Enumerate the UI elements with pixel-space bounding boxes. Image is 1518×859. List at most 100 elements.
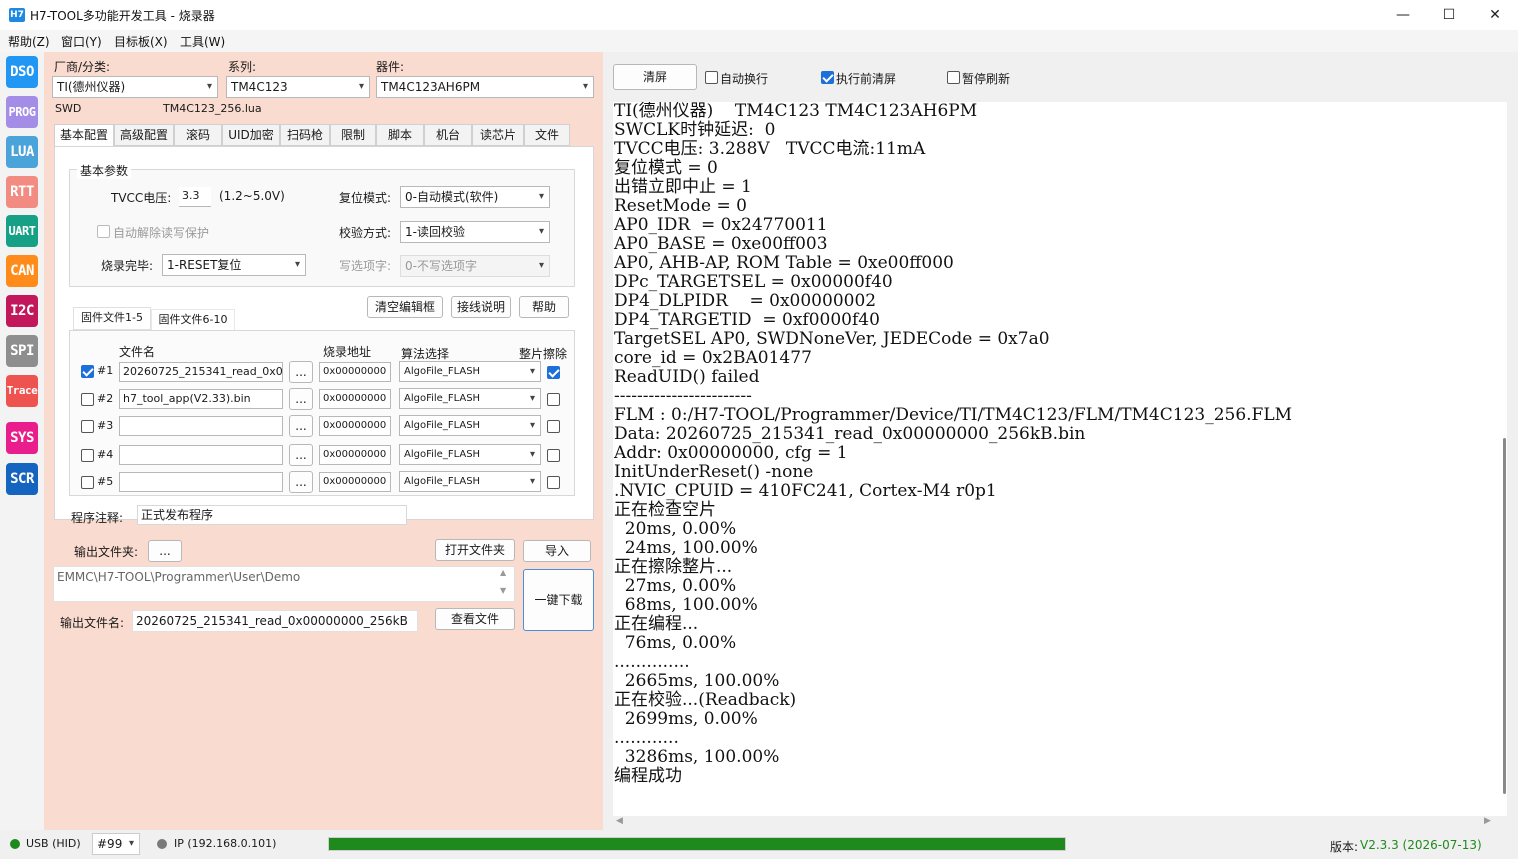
file-2-address-input[interactable]: 0x00000000 <box>319 389 391 409</box>
tab-read-chip[interactable]: 读芯片 <box>472 124 524 146</box>
tab-basic-config[interactable]: 基本配置 <box>54 124 114 147</box>
file-4-name-input[interactable] <box>119 445 283 465</box>
file-4-algo-select[interactable]: AlgoFile_FLASH ▾ <box>399 444 541 465</box>
clear-before-run-checkbox[interactable] <box>821 71 834 84</box>
mode-dso-button[interactable]: DSO <box>6 56 38 88</box>
file-2-name-input[interactable]: h7_tool_app(V2.33).bin <box>119 389 283 409</box>
tab-firmware-1-5[interactable]: 固件文件1-5 <box>73 307 151 330</box>
file-2-checkbox[interactable] <box>81 393 94 406</box>
file-5-name-input[interactable] <box>119 472 283 492</box>
tab-scanner[interactable]: 扫码枪 <box>280 124 330 146</box>
view-file-button[interactable]: 查看文件 <box>435 608 515 630</box>
menu-window[interactable]: 窗口(Y) <box>61 33 102 50</box>
file-1-algo-select[interactable]: AlgoFile_FLASH ▾ <box>399 361 541 382</box>
log-output[interactable]: TI(德州仪器) TM4C123 TM4C123AH6PM SWCLK时钟延迟: … <box>613 102 1507 816</box>
mode-trace-button[interactable]: Trace <box>6 375 38 407</box>
output-path-textarea[interactable]: EMMC\H7-TOOL\Programmer\User\Demo <box>53 566 515 602</box>
file-3-algo-select[interactable]: AlgoFile_FLASH ▾ <box>399 415 541 436</box>
file-3-browse-button[interactable]: ... <box>289 415 313 437</box>
device-number-select[interactable]: #99 ▾ <box>92 833 140 855</box>
tvcc-input[interactable]: 3.3 <box>179 187 211 207</box>
vendor-select[interactable]: TI(德州仪器) ▾ <box>52 76 218 98</box>
import-button[interactable]: 导入 <box>523 540 591 562</box>
tab-firmware-6-10[interactable]: 固件文件6-10 <box>151 309 235 331</box>
file-5-erase-checkbox[interactable] <box>547 476 560 489</box>
output-filename-input[interactable]: 20260725_215341_read_0x00000000_256kB <box>132 610 418 632</box>
reset-mode-select[interactable]: 0-自动模式(软件) ▾ <box>400 186 550 208</box>
menu-target-board[interactable]: 目标板(X) <box>114 33 168 50</box>
tab-advanced-config[interactable]: 高级配置 <box>114 124 174 146</box>
mode-can-button[interactable]: CAN <box>6 255 38 287</box>
open-folder-button[interactable]: 打开文件夹 <box>435 539 515 561</box>
file-1-address-input[interactable]: 0x00000000 <box>319 362 391 382</box>
tab-limit[interactable]: 限制 <box>330 124 376 146</box>
log-line: AP0_BASE = 0xe00ff003 <box>614 234 828 254</box>
scroll-down-icon[interactable]: ▼ <box>500 586 506 595</box>
tab-uid-encrypt[interactable]: UID加密 <box>222 124 280 146</box>
word-wrap-checkbox[interactable] <box>705 71 718 84</box>
file-2-algo-select[interactable]: AlgoFile_FLASH ▾ <box>399 388 541 409</box>
tvcc-label: TVCC电压: <box>111 191 172 205</box>
device-select[interactable]: TM4C123AH6PM ▾ <box>376 76 594 98</box>
menu-tools[interactable]: 工具(W) <box>180 33 225 50</box>
log-line: DPc_TARGETSEL = 0x00000f40 <box>614 272 893 292</box>
auto-unprotect-checkbox[interactable] <box>97 225 110 238</box>
log-vertical-scrollbar[interactable] <box>1503 438 1506 794</box>
close-button[interactable]: ✕ <box>1472 0 1518 30</box>
mode-spi-button[interactable]: SPI <box>6 335 38 367</box>
one-key-download-button[interactable]: 一键下载 <box>523 569 594 631</box>
log-line: DP4_TARGETID = 0xf0000f40 <box>614 310 880 330</box>
mode-i2c-button[interactable]: I2C <box>6 295 38 327</box>
file-3-name-input[interactable] <box>119 416 283 436</box>
verify-select[interactable]: 1-读回校验 ▾ <box>400 221 550 243</box>
tab-file[interactable]: 文件 <box>524 124 570 146</box>
file-2-browse-button[interactable]: ... <box>289 388 313 410</box>
clear-log-button[interactable]: 清屏 <box>613 64 697 90</box>
mode-sidebar: DSO PROG LUA RTT UART CAN I2C SPI Trace … <box>0 52 44 830</box>
minimize-button[interactable]: — <box>1380 0 1426 30</box>
tab-machine[interactable]: 机台 <box>424 124 472 146</box>
mode-lua-button[interactable]: LUA <box>6 136 38 168</box>
file-3-erase-checkbox[interactable] <box>547 420 560 433</box>
file-3-address-input[interactable]: 0x00000000 <box>319 416 391 436</box>
scroll-up-icon[interactable]: ▲ <box>500 568 506 577</box>
series-select[interactable]: TM4C123 ▾ <box>226 76 370 98</box>
log-line: .NVIC_CPUID = 410FC241, Cortex-M4 r0p1 <box>614 481 997 501</box>
file-4-browse-button[interactable]: ... <box>289 444 313 466</box>
file-2-erase-checkbox[interactable] <box>547 393 560 406</box>
maximize-button[interactable]: ☐ <box>1426 0 1472 30</box>
note-input[interactable]: 正式发布程序 <box>137 505 407 525</box>
mode-rtt-button[interactable]: RTT <box>6 176 38 208</box>
file-1-erase-checkbox[interactable] <box>547 366 560 379</box>
mode-prog-button[interactable]: PROG <box>6 96 38 128</box>
pause-refresh-checkbox[interactable] <box>947 71 960 84</box>
file-3-algo-value: AlgoFile_FLASH <box>404 420 481 431</box>
help-button[interactable]: 帮助 <box>519 296 569 318</box>
file-3-checkbox[interactable] <box>81 420 94 433</box>
file-4-erase-checkbox[interactable] <box>547 449 560 462</box>
file-5-address-input[interactable]: 0x00000000 <box>319 472 391 492</box>
tab-script[interactable]: 脚本 <box>376 124 424 146</box>
scroll-left-icon[interactable]: ◀ <box>616 816 623 826</box>
col-filename: 文件名 <box>119 345 156 359</box>
file-1-browse-button[interactable]: ... <box>289 361 313 383</box>
mode-uart-button[interactable]: UART <box>6 215 38 247</box>
title-bar: H7 H7-TOOL多功能开发工具 - 烧录器 — ☐ ✕ <box>0 0 1518 30</box>
file-5-algo-select[interactable]: AlgoFile_FLASH ▾ <box>399 471 541 492</box>
file-4-address-input[interactable]: 0x00000000 <box>319 445 391 465</box>
option-byte-select[interactable]: 0-不写选项字 ▾ <box>400 255 550 277</box>
mode-sys-button[interactable]: SYS <box>6 422 38 454</box>
mode-scr-button[interactable]: SCR <box>6 463 38 495</box>
file-5-browse-button[interactable]: ... <box>289 471 313 493</box>
clear-editor-button[interactable]: 清空编辑框 <box>367 296 443 318</box>
wiring-help-button[interactable]: 接线说明 <box>451 296 511 318</box>
file-4-checkbox[interactable] <box>81 449 94 462</box>
file-1-checkbox[interactable] <box>81 365 94 378</box>
file-1-name-input[interactable]: 20260725_215341_read_0x0000 <box>119 362 283 382</box>
output-folder-browse-button[interactable]: ... <box>148 540 182 562</box>
file-5-checkbox[interactable] <box>81 476 94 489</box>
menu-help[interactable]: 帮助(Z) <box>8 33 50 50</box>
scroll-right-icon[interactable]: ▶ <box>1484 816 1491 826</box>
done-select[interactable]: 1-RESET复位 ▾ <box>162 254 306 276</box>
tab-rolling-code[interactable]: 滚码 <box>174 124 222 146</box>
